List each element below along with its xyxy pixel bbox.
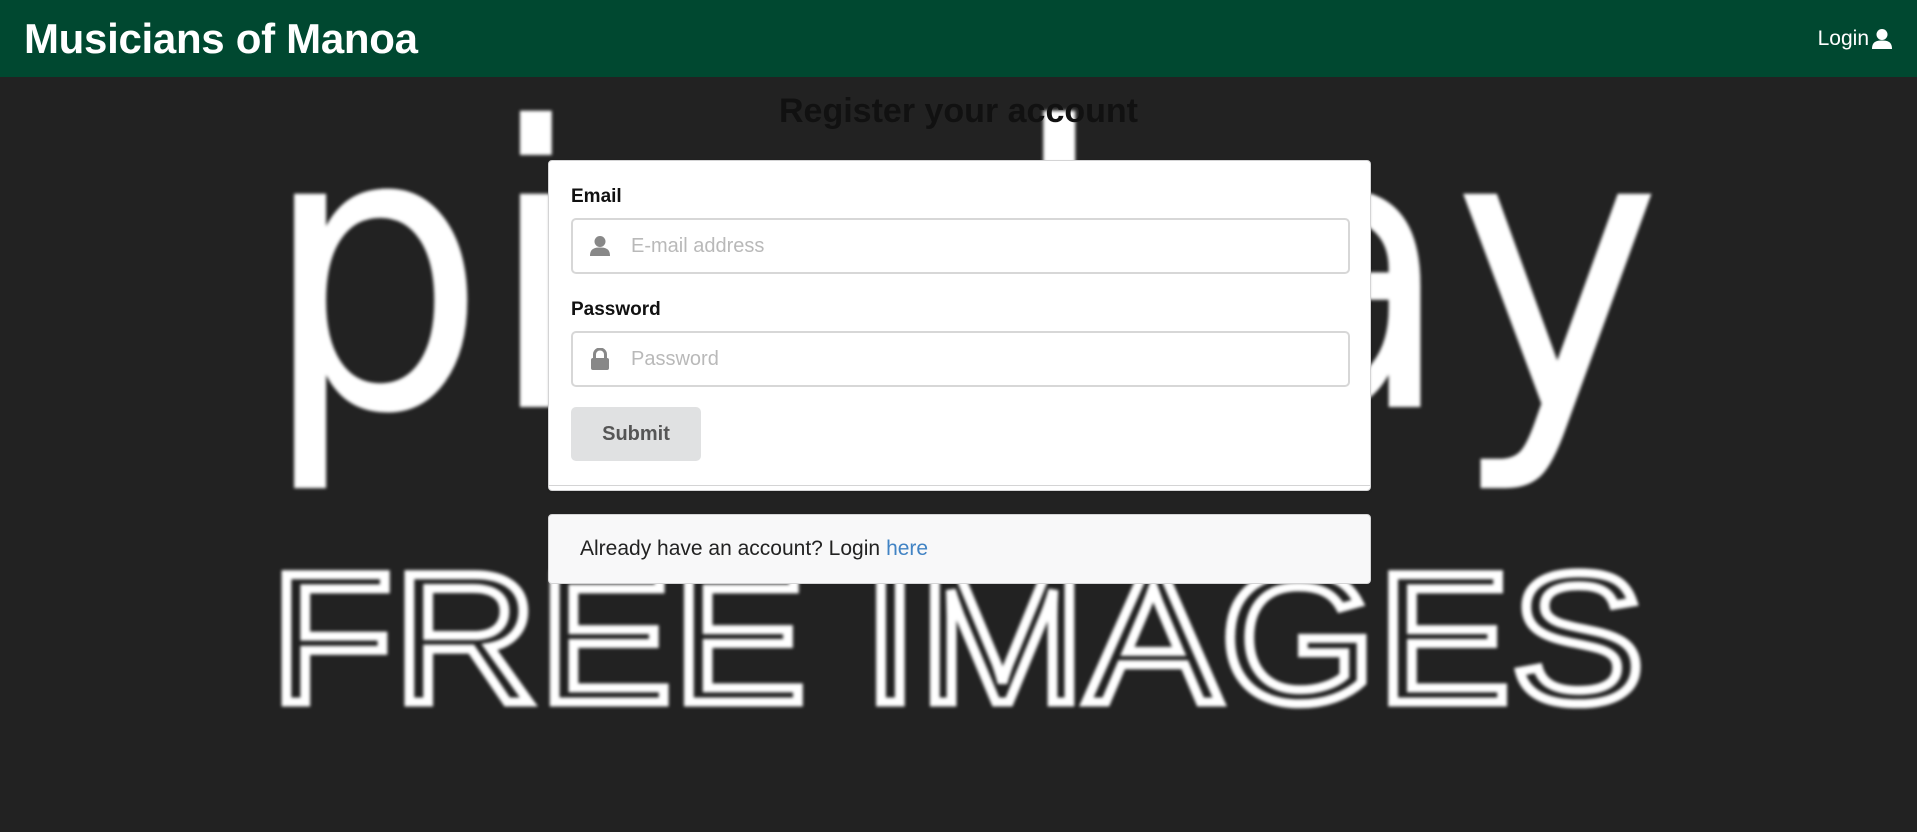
email-input[interactable] — [629, 225, 1348, 267]
login-label: Login — [1817, 26, 1869, 50]
top-navbar: Musicians of Manoa Login — [0, 0, 1917, 77]
page-title: Register your account — [779, 92, 1138, 130]
email-field-wrapper — [571, 218, 1350, 274]
login-message-text: Already have an account? Login — [580, 537, 881, 560]
password-field-wrapper — [571, 331, 1350, 387]
login-menu-button[interactable]: Login — [1818, 27, 1893, 51]
email-label: Email — [571, 186, 622, 207]
submit-button[interactable]: Submit — [571, 407, 701, 461]
brand-title[interactable]: Musicians of Manoa — [24, 15, 418, 63]
login-message: Already have an account? Login here — [548, 514, 1371, 584]
register-form: Email Password Submit — [548, 160, 1371, 491]
lock-icon — [587, 346, 613, 372]
login-here-link[interactable]: here — [886, 537, 928, 561]
password-input[interactable] — [629, 338, 1348, 380]
password-label: Password — [571, 299, 661, 320]
user-icon — [587, 233, 613, 259]
user-icon — [1872, 28, 1892, 49]
